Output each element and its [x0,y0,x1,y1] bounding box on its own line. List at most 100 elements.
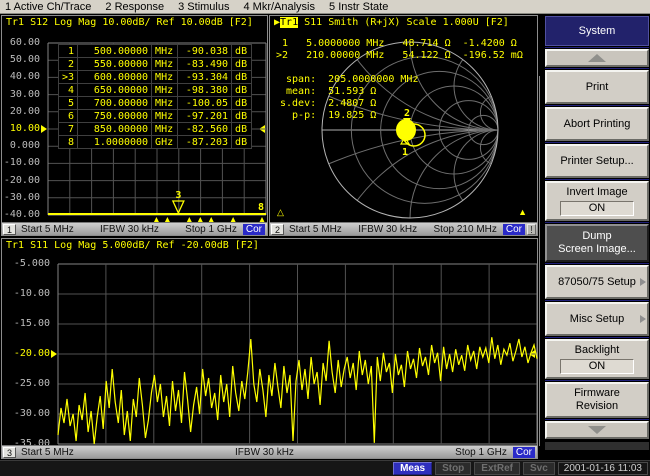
softkey-label: Backlight [575,344,620,357]
menu-item-3[interactable]: 3 Stimulus [178,1,229,13]
marker-table-cell: dB [232,97,252,110]
s11-ref-level-marker-left [51,350,57,358]
smith-stat-line: mean: 51.593 Ω [280,86,418,98]
softkey-label: Revision [576,400,618,413]
softkey-label: System [579,25,616,38]
marker-table-row: >3600.00000MHz-93.304dB [59,71,252,84]
smith-ifbw-label: IFBW 30 kHz [358,224,417,235]
marker-table-row: 2550.00000MHz-83.490dB [59,58,252,71]
softkey-firmware-revision[interactable]: FirmwareRevision [545,382,649,418]
marker-table-cell: MHz [152,97,178,110]
y-axis-label: -10.00 [2,157,40,168]
y-axis-label: -5.000 [6,258,50,269]
softkey-printer-setup[interactable]: Printer Setup... [545,144,649,178]
marker-table-cell: 750.00000 [78,110,152,123]
menu-bar: 1 Active Ch/Trace 2 Response 3 Stimulus 4 M… [0,0,650,14]
marker-table-cell: 600.00000 [78,71,152,84]
softkey-invert-image[interactable]: Invert Image ON [545,181,649,221]
submenu-arrow-icon [640,315,646,323]
smith-alert-badge: ! [527,224,536,235]
y-axis-label: -20.00 [2,175,40,186]
s12-status-bar: 1Start 5 MHzIFBW 30 kHzStop 1 GHzCor [2,222,267,235]
smith-title-trace: Tr1 [280,17,298,28]
softkey-dump-screen-image[interactable]: DumpScreen Image... [545,224,649,262]
marker-table-cell: -83.490 [178,58,232,71]
s11-ifbw-label: IFBW 30 kHz [235,447,294,458]
indicator-svc: Svc [523,462,555,475]
y-axis-label: 10.00 [2,123,40,134]
marker-table-cell: MHz [152,58,178,71]
s11-title: Tr1 S11 Log Mag 5.000dB/ Ref -20.00dB [F… [6,240,259,251]
y-axis-label: 20.00 [2,106,40,117]
softkey-87050-75-setup[interactable]: 87050/75 Setup [545,265,649,299]
y-axis-label: 0.000 [2,140,40,151]
s11-status-bar: 3Start 5 MHzIFBW 30 kHzStop 1 GHzCor [2,445,537,458]
marker-table-cell: MHz [152,45,178,58]
smith-scale-marker-right-icon: ▲ [518,208,527,217]
softkey-backlight[interactable]: Backlight ON [545,339,649,379]
softkey-up-arrow[interactable] [545,49,649,67]
y-axis-label: 60.00 [2,37,40,48]
menu-item-4[interactable]: 4 Mkr/Analysis [243,1,315,13]
marker-table-cell: 8 [59,136,78,149]
svg-text:3: 3 [175,190,181,201]
marker-table-cell: dB [232,110,252,123]
menu-item-5[interactable]: 5 Instr State [329,1,388,13]
marker-table-cell: dB [232,71,252,84]
s11-stop-label: Stop 1 GHz [455,447,507,458]
svg-text:8: 8 [258,202,264,213]
s12-cor-badge: Cor [243,224,265,235]
y-axis-label: 30.00 [2,89,40,100]
marker-table-cell: dB [232,136,252,149]
softkey-label: 87050/75 Setup [558,276,636,289]
indicator-extref: ExtRef [474,462,520,475]
smith-cor-badge: Cor [503,224,525,235]
marker-table-cell: >3 [59,71,78,84]
softkey-label: Invert Image [566,186,627,199]
marker-table-cell: MHz [152,71,178,84]
down-arrow-icon [588,426,606,434]
menu-item-2[interactable]: 2 Response [105,1,164,13]
s12-ifbw-label: IFBW 30 kHz [100,224,159,235]
marker-table-cell: 2 [59,58,78,71]
marker-table-cell: dB [232,84,252,97]
marker-table-cell: 550.00000 [78,58,152,71]
marker-table-cell: GHz [152,136,178,149]
marker-table-cell: -90.038 [178,45,232,58]
marker-table-row: 81.0000000GHz-87.203dB [59,136,252,149]
marker-table-cell: 850.00000 [78,123,152,136]
softkey-abort-printing[interactable]: Abort Printing [545,107,649,141]
s11-plot-area [58,264,537,444]
softkey-down-arrow[interactable] [545,421,649,439]
toggle-state: ON [560,201,634,216]
marker-table-cell: MHz [152,110,178,123]
softkey-system[interactable]: System [545,16,649,46]
smith-start-label: Start 5 MHz [289,224,342,235]
marker-table-row: 4650.00000MHz-98.380dB [59,84,252,97]
indicator-stop: Stop [435,462,471,475]
marker-table-cell: 6 [59,110,78,123]
marker-table-cell: -82.560 [178,123,232,136]
smith-stop-label: Stop 210 MHz [434,224,497,235]
marker-table-cell: 500.00000 [78,45,152,58]
y-axis-label: -15.00 [6,318,50,329]
smith-stat-line: s.dev: 2.4807 Ω [280,98,418,110]
softkey-misc-setup[interactable]: Misc Setup [545,302,649,336]
s12-ref-level-marker-left [41,125,47,133]
marker-table-cell: MHz [152,123,178,136]
softkey-label: Print [586,81,609,94]
panel-s12-log-mag: Tr1 S12 Log Mag 10.00dB/ Ref 10.00dB [F2… [1,15,268,236]
marker-table-cell: 4 [59,84,78,97]
softkey-print[interactable]: Print [545,70,649,104]
s11-start-label: Start 5 MHz [21,447,74,458]
s12-start-label: Start 5 MHz [21,224,74,235]
s12-stop-label: Stop 1 GHz [185,224,237,235]
menu-item-1[interactable]: 1 Active Ch/Trace [5,1,91,13]
marker-table-cell: -97.201 [178,110,232,123]
marker-table-row: 5700.00000MHz-100.05dB [59,97,252,110]
toggle-state: ON [560,359,634,374]
softkey-label: Misc Setup [570,313,624,326]
y-axis-label: -20.00 [6,348,50,359]
panel-s11-smith: ▶Tr1 S11 Smith (R+jX) Scale 1.000U [F2] … [269,15,538,236]
marker-table-cell: 1 [59,45,78,58]
